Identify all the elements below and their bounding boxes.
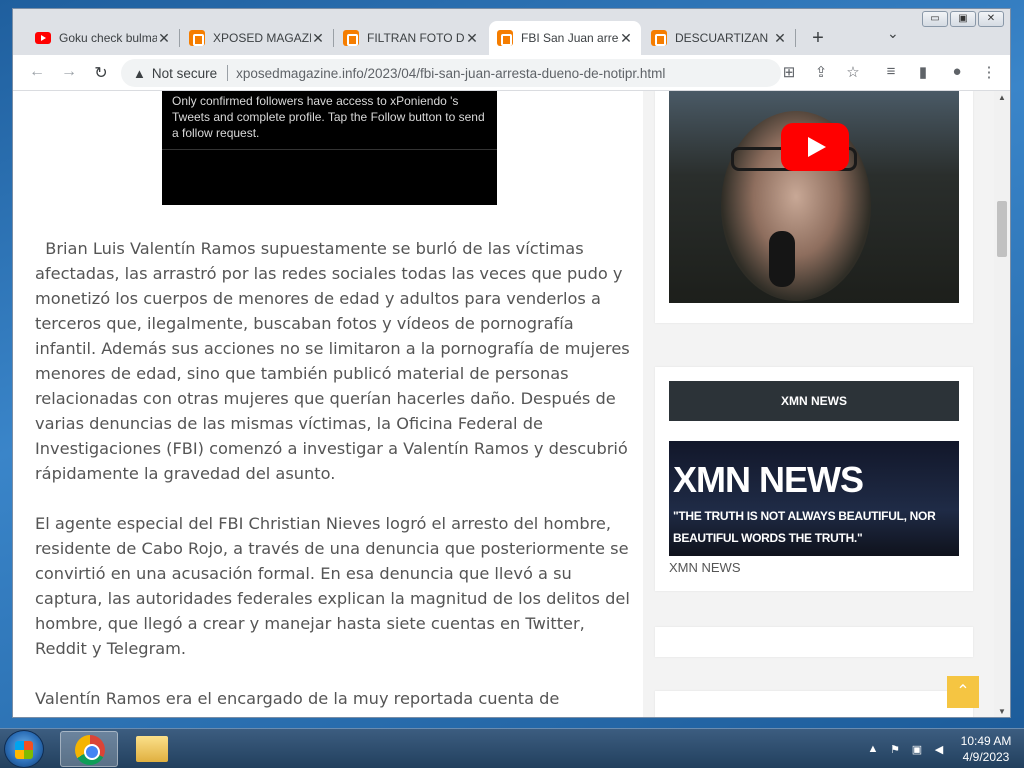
tab-search-chevron-icon[interactable]: ⌄ <box>887 25 899 42</box>
youtube-video-thumbnail[interactable] <box>669 91 959 303</box>
warning-icon: ▲ <box>133 65 146 81</box>
start-button[interactable] <box>4 730 44 768</box>
security-status[interactable]: Not secure <box>152 66 217 81</box>
tab-fbi-san-juan[interactable]: FBI San Juan arresta ✕ <box>489 21 641 55</box>
page-viewport: Only confirmed followers have access to … <box>13 91 996 717</box>
show-hidden-icons-icon[interactable]: ▲ <box>865 743 881 755</box>
scrollbar-thumb[interactable] <box>997 201 1007 257</box>
url-text[interactable]: xposedmagazine.info/2023/04/fbi-san-juan… <box>236 66 665 81</box>
tab-youtube[interactable]: Goku check bulma ✕ <box>27 21 180 55</box>
page-scrollbar[interactable]: ▲ ▼ <box>994 91 1010 717</box>
blogger-icon <box>497 30 513 46</box>
tab-strip: Goku check bulma ✕ XPOSED MAGAZINE ✕ FIL… <box>13 9 1010 55</box>
tab-title: FBI San Juan arresta <box>521 31 619 45</box>
youtube-icon <box>35 32 51 44</box>
network-icon[interactable]: ▣ <box>909 743 925 756</box>
address-bar[interactable]: ▲ Not secure xposedmagazine.info/2023/04… <box>121 59 781 87</box>
close-icon[interactable]: ✕ <box>465 30 479 47</box>
clock-date: 4/9/2023 <box>962 750 1010 764</box>
translate-icon[interactable]: ⊞ <box>779 63 799 81</box>
action-center-flag-icon[interactable]: ⚑ <box>887 743 903 756</box>
maximize-button[interactable]: ▣ <box>950 11 976 27</box>
window-controls: ▭ ▣ ✕ <box>922 11 1004 27</box>
blogger-icon <box>651 30 667 46</box>
tweet-divider <box>162 149 497 150</box>
widget-title: XMN NEWS <box>669 381 959 421</box>
embedded-tweet[interactable]: Only confirmed followers have access to … <box>162 91 497 205</box>
tab-separator <box>795 29 796 47</box>
blogger-icon <box>189 30 205 46</box>
scroll-down-arrow-icon[interactable]: ▼ <box>994 705 1010 717</box>
blogger-icon <box>343 30 359 46</box>
browser-window: Goku check bulma ✕ XPOSED MAGAZINE ✕ FIL… <box>12 8 1011 718</box>
taskbar-chrome[interactable] <box>60 731 118 767</box>
browser-toolbar: ← → ↻ ▲ Not secure xposedmagazine.info/2… <box>13 55 1010 91</box>
tab-separator <box>333 29 334 47</box>
empty-widget <box>655 691 973 717</box>
share-icon[interactable]: ⇪ <box>811 63 831 81</box>
bookmark-star-icon[interactable]: ☆ <box>843 63 863 81</box>
windows-logo-icon <box>15 741 33 759</box>
article-paragraph: Valentín Ramos era el encargado de la mu… <box>35 689 560 708</box>
volume-muted-icon[interactable]: ◀ <box>931 743 947 756</box>
profile-avatar-icon[interactable]: ● <box>947 63 967 80</box>
video-widget <box>655 91 973 323</box>
tab-title: XPOSED MAGAZINE <box>213 31 311 45</box>
tab-xposed[interactable]: XPOSED MAGAZINE ✕ <box>181 21 334 55</box>
banner-tagline: "THE TRUTH IS NOT ALWAYS BEAUTIFUL, NOR … <box>673 509 936 545</box>
tab-title: FILTRAN FOTO DE <box>367 31 465 45</box>
minimize-button[interactable]: ▭ <box>922 11 948 27</box>
scroll-up-arrow-icon[interactable]: ▲ <box>994 91 1010 105</box>
close-icon[interactable]: ✕ <box>311 30 325 47</box>
taskbar-explorer[interactable] <box>122 731 180 767</box>
omnibox-divider <box>227 65 229 81</box>
clock-time: 10:49 AM <box>960 734 1012 748</box>
tab-separator <box>179 29 180 47</box>
menu-kebab-icon[interactable]: ⋮ <box>979 63 999 81</box>
tab-title: Goku check bulma <box>59 31 157 45</box>
close-icon[interactable]: ✕ <box>773 30 787 47</box>
clock[interactable]: 10:49 AM 4/9/2023 <box>956 733 1016 765</box>
close-icon[interactable]: ✕ <box>157 30 171 47</box>
article-paragraph: Brian Luis Valentín Ramos supuestamente … <box>35 239 630 483</box>
tab-title: DESCUARTIZAN <box>675 31 769 45</box>
forward-arrow-icon[interactable]: → <box>59 63 79 81</box>
tab-descuartizan[interactable]: DESCUARTIZAN ✕ <box>643 21 796 55</box>
tab-filtran[interactable]: FILTRAN FOTO DE ✕ <box>335 21 487 55</box>
xmn-news-widget: XMN NEWS XMN NEWS "THE TRUTH IS NOT ALWA… <box>655 367 973 591</box>
article-paragraph: El agente especial del FBI Christian Nie… <box>35 514 630 658</box>
folder-icon <box>136 736 168 762</box>
reading-list-icon[interactable]: ≡ <box>881 63 901 80</box>
reload-icon[interactable]: ↻ <box>91 63 111 83</box>
empty-widget <box>655 627 973 657</box>
xmn-news-banner[interactable]: XMN NEWS "THE TRUTH IS NOT ALWAYS BEAUTI… <box>669 441 959 556</box>
banner-title: XMN NEWS <box>673 459 864 500</box>
video-microphone <box>769 231 795 287</box>
back-arrow-icon[interactable]: ← <box>27 63 47 81</box>
taskbar: ▲ ⚑ ▣ ◀ 10:49 AM 4/9/2023 <box>0 728 1024 768</box>
close-window-button[interactable]: ✕ <box>978 11 1004 27</box>
side-panel-icon[interactable]: ▮ <box>913 63 933 81</box>
banner-caption[interactable]: XMN NEWS <box>669 560 741 575</box>
article-column: Only confirmed followers have access to … <box>13 91 643 717</box>
chrome-icon <box>75 735 105 765</box>
new-tab-button[interactable]: + <box>808 27 828 50</box>
back-to-top-button[interactable]: ⌃ <box>947 676 979 708</box>
tweet-text: Only confirmed followers have access to … <box>172 94 485 140</box>
close-icon[interactable]: ✕ <box>619 30 633 47</box>
youtube-play-icon[interactable] <box>781 123 849 171</box>
system-tray: ▲ ⚑ ▣ ◀ 10:49 AM 4/9/2023 <box>862 729 1016 768</box>
